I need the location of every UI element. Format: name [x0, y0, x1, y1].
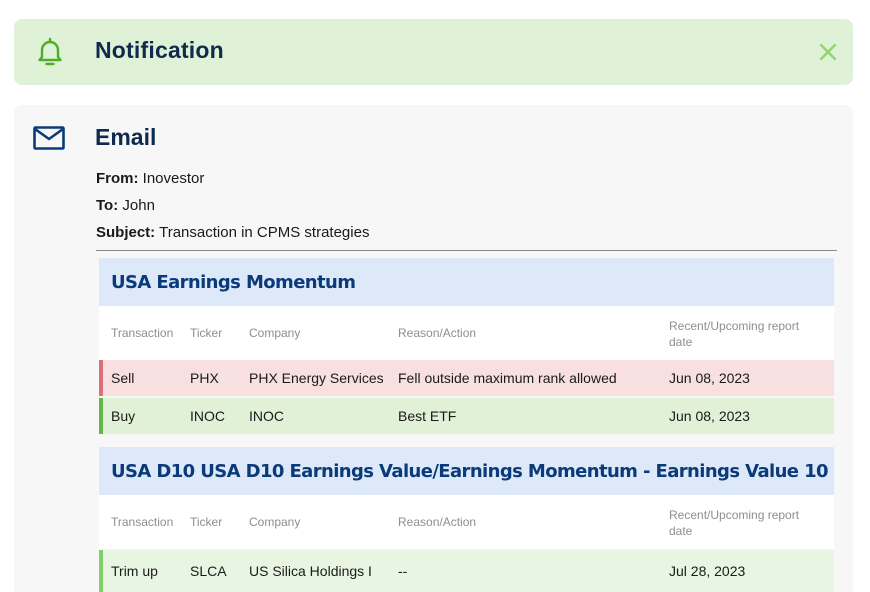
cell-company: PHX Energy Services [249, 370, 384, 386]
strategy-heading: USA Earnings Momentum [99, 258, 834, 306]
subject-value: Transaction in CPMS strategies [159, 224, 370, 241]
strategy-heading: USA D10 USA D10 Earnings Value/Earnings … [99, 447, 834, 495]
to-value: John [122, 197, 155, 214]
cell-transaction: Buy [111, 408, 136, 424]
cell-ticker: PHX [190, 370, 219, 386]
to-label: To: [96, 197, 119, 214]
col-company: Company [249, 326, 301, 340]
notification-title: Notification [95, 37, 224, 63]
cell-transaction: Sell [111, 370, 135, 386]
email-subject: Subject: Transaction in CPMS strategies [96, 224, 369, 241]
col-reason: Reason/Action [398, 515, 477, 529]
email-card: Email From: Inovestor To: John Subject: … [14, 105, 853, 592]
cell-reason: -- [398, 563, 408, 579]
table-row: Trim up SLCA US Silica Holdings I -- Jul… [99, 550, 834, 592]
row-indicator [99, 398, 103, 434]
mail-icon [33, 126, 65, 150]
row-indicator [99, 360, 103, 396]
col-report-date: Recent/Upcoming report date [669, 319, 800, 349]
cell-ticker: INOC [190, 408, 225, 424]
col-reason: Reason/Action [398, 326, 477, 340]
cell-date: Jun 08, 2023 [669, 370, 750, 386]
col-ticker: Ticker [190, 326, 223, 340]
cell-date: Jun 08, 2023 [669, 408, 750, 424]
close-icon[interactable] [817, 41, 839, 63]
divider [96, 250, 837, 251]
cell-date: Jul 28, 2023 [669, 563, 746, 579]
from-label: From: [96, 170, 139, 187]
cell-reason: Best ETF [398, 408, 457, 424]
table-row: Sell PHX PHX Energy Services Fell outsid… [99, 360, 834, 396]
from-value: Inovestor [142, 170, 205, 187]
subject-label: Subject: [96, 224, 156, 241]
table-row: Buy INOC INOC Best ETF Jun 08, 2023 [99, 398, 834, 434]
cell-ticker: SLCA [190, 563, 227, 579]
email-to: To: John [96, 197, 155, 214]
row-indicator [99, 550, 103, 592]
cell-company: US Silica Holdings I [249, 563, 372, 579]
col-ticker: Ticker [190, 515, 223, 529]
cell-reason: Fell outside maximum rank allowed [398, 370, 617, 386]
col-company: Company [249, 515, 301, 529]
col-transaction: Transaction [111, 515, 174, 529]
table-header: Transaction Ticker Company Reason/Action… [99, 495, 834, 549]
cell-company: INOC [249, 408, 284, 424]
col-transaction: Transaction [111, 326, 174, 340]
cell-transaction: Trim up [111, 563, 158, 579]
bell-icon [38, 37, 62, 66]
notification-banner: Notification [14, 19, 853, 85]
email-title: Email [95, 124, 157, 150]
email-from: From: Inovestor [96, 170, 204, 187]
col-report-date: Recent/Upcoming report date [669, 508, 800, 538]
table-header: Transaction Ticker Company Reason/Action… [99, 306, 834, 360]
